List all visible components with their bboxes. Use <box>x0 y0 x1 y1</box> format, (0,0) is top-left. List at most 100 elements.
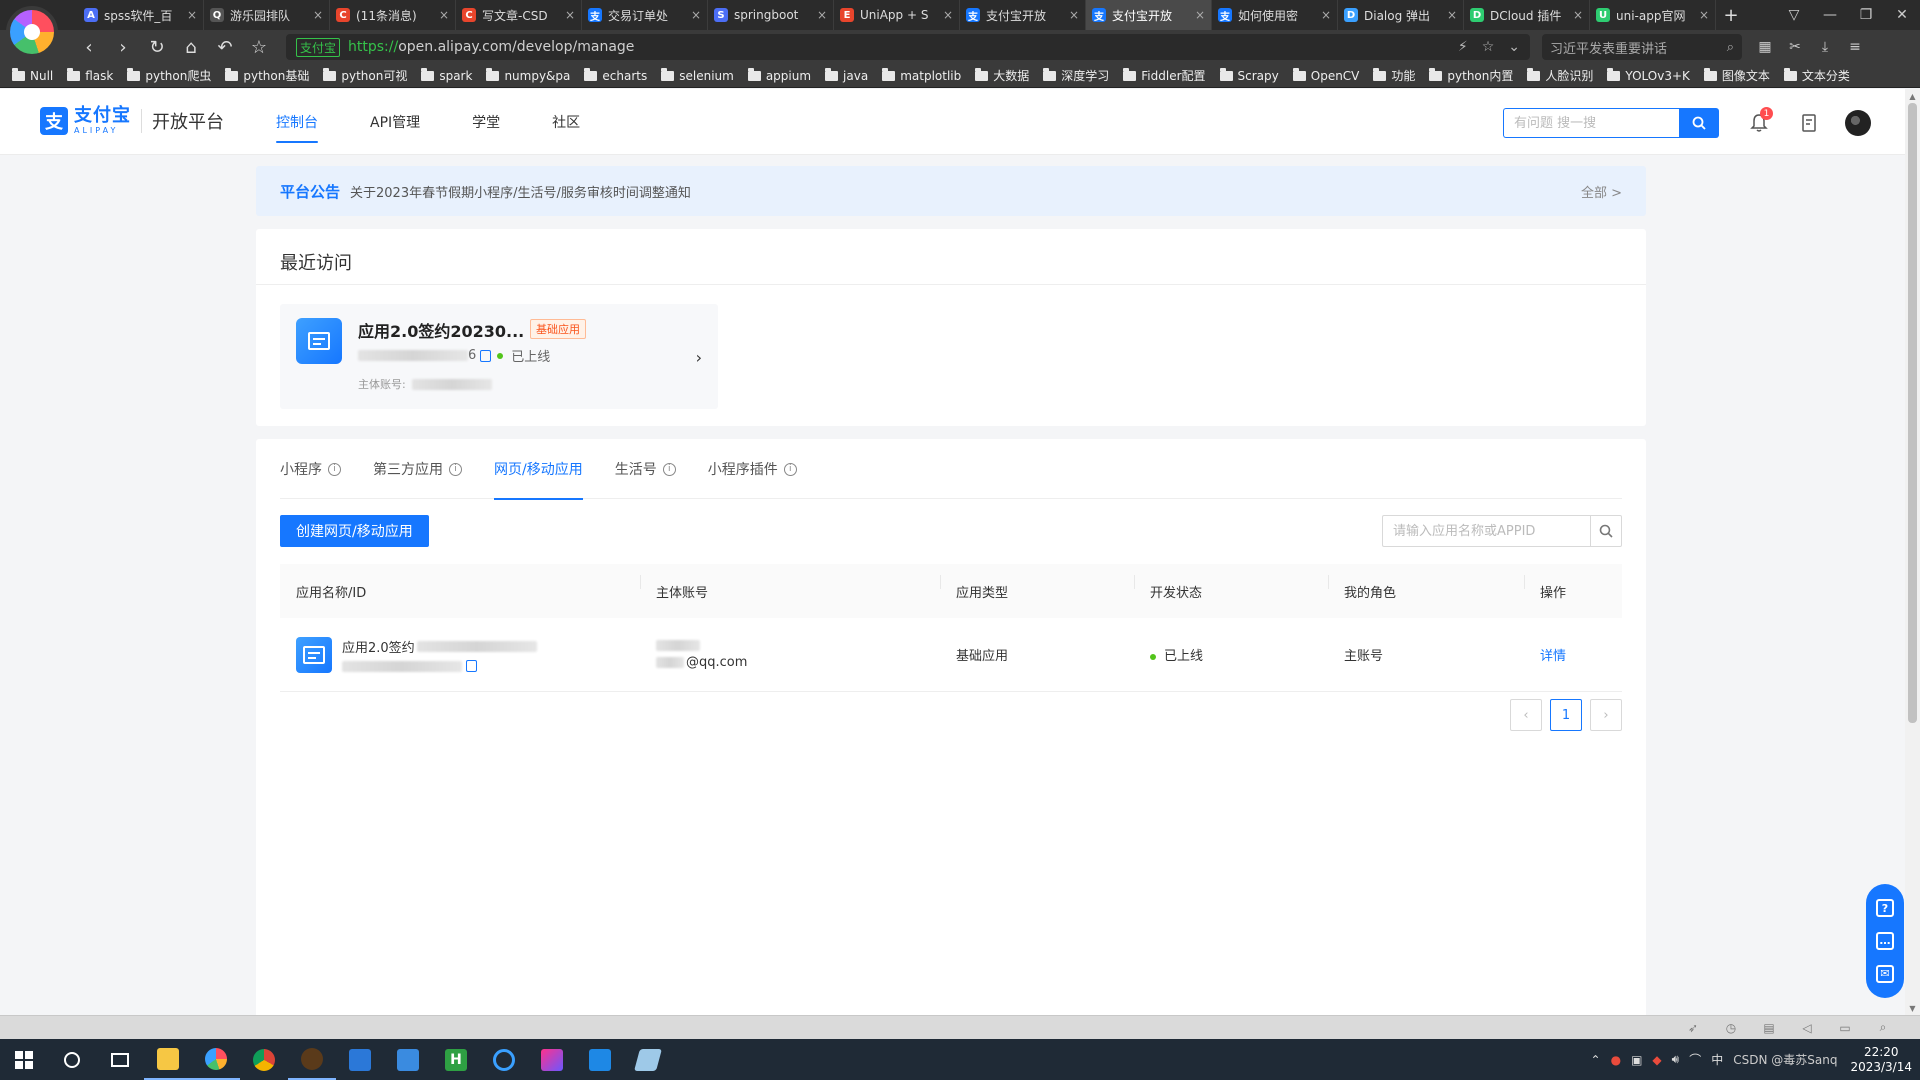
bookmark-folder[interactable]: spark <box>421 67 472 83</box>
alipay-logo[interactable]: 支 支付宝 ALIPAY 开放平台 <box>40 107 224 135</box>
notepad-icon[interactable] <box>624 1039 672 1080</box>
prev-page-button[interactable]: ‹ <box>1510 699 1542 731</box>
window-app-2-icon[interactable] <box>384 1039 432 1080</box>
info-icon[interactable]: i <box>662 462 676 476</box>
browser-tab[interactable]: E UniApp + S × <box>834 0 960 30</box>
notification-bell-icon[interactable]: 1 <box>1745 107 1773 137</box>
bookmark-folder[interactable]: Null <box>12 67 53 83</box>
dropdown-icon[interactable]: ⌄ <box>1508 39 1520 55</box>
pin-icon[interactable]: ▽ <box>1776 0 1812 30</box>
bookmark-folder[interactable]: echarts <box>584 67 647 83</box>
browser-tab[interactable]: 支交易订单处 × <box>582 0 708 30</box>
bookmark-folder[interactable]: 深度学习 <box>1043 67 1109 84</box>
volume-icon[interactable]: 🔊︎ <box>1672 1052 1680 1067</box>
search-taskbar-icon[interactable] <box>48 1039 96 1080</box>
url-field[interactable]: 支付宝 https://open.alipay.com/develop/mana… <box>286 34 1530 60</box>
back-icon[interactable]: ‹ <box>72 32 106 62</box>
menu-icon[interactable]: ≡ <box>1840 34 1870 60</box>
details-link[interactable]: 详情 <box>1524 645 1622 664</box>
tab-close-icon[interactable]: × <box>943 8 953 22</box>
undo-close-icon[interactable]: ↶ <box>208 32 242 62</box>
bookmark-folder[interactable]: OpenCV <box>1292 67 1359 83</box>
header-search-input[interactable] <box>1503 108 1679 138</box>
user-avatar[interactable] <box>1845 110 1871 136</box>
bookmark-folder[interactable]: flask <box>67 67 113 83</box>
document-icon[interactable] <box>1795 109 1823 137</box>
wifi-icon[interactable]: ⌒ <box>1689 1051 1701 1068</box>
help-question-icon[interactable]: ? <box>1876 899 1894 918</box>
tab-close-icon[interactable]: × <box>817 8 827 22</box>
tray-app-icon[interactable]: ● <box>1611 1053 1621 1067</box>
tab-close-icon[interactable]: × <box>1573 8 1583 22</box>
feedback-mail-icon[interactable]: ✉ <box>1876 964 1894 983</box>
scrollbar-thumb[interactable] <box>1908 103 1917 723</box>
bookmark-folder[interactable]: numpy&pa <box>486 67 570 83</box>
task-view-icon[interactable] <box>96 1039 144 1080</box>
tab-close-icon[interactable]: × <box>187 8 197 22</box>
bookmark-folder[interactable]: Scrapy <box>1219 67 1279 83</box>
scroll-down-icon[interactable]: ▼ <box>1905 1001 1920 1015</box>
bookmark-folder[interactable]: YOLOv3+K <box>1607 67 1690 83</box>
tab-close-icon[interactable]: × <box>691 8 701 22</box>
clock-icon[interactable]: ◷ <box>1712 1021 1750 1035</box>
tab-third-party[interactable]: 第三方应用 i <box>373 439 462 499</box>
forward-icon[interactable]: › <box>106 32 140 62</box>
lightning-icon[interactable]: ⚡ <box>1458 39 1468 55</box>
browser-tab[interactable]: C 写文章-CSD × <box>456 0 582 30</box>
taskbar-clock[interactable]: 22:20 2023/3/14 <box>1850 1045 1912 1075</box>
chrome-icon[interactable] <box>240 1039 288 1080</box>
trash-icon[interactable]: ▤ <box>1750 1021 1788 1035</box>
minimize-button[interactable]: — <box>1812 0 1848 30</box>
download-icon[interactable]: ⤓ <box>1810 34 1840 60</box>
next-page-button[interactable]: › <box>1590 699 1622 731</box>
tab-close-icon[interactable]: × <box>1447 8 1457 22</box>
window-icon[interactable]: ▭ <box>1826 1021 1864 1035</box>
swirl-app-icon[interactable] <box>480 1039 528 1080</box>
tray-app-3-icon[interactable]: ◆ <box>1652 1053 1661 1067</box>
info-icon[interactable]: i <box>783 462 797 476</box>
notice-all-link[interactable]: 全部 > <box>1581 182 1622 201</box>
devtool-icon[interactable] <box>576 1039 624 1080</box>
app-search-input[interactable] <box>1382 515 1590 547</box>
nav-community[interactable]: 社区 <box>552 89 580 155</box>
tab-close-icon[interactable]: × <box>1069 8 1079 22</box>
bookmark-folder[interactable]: appium <box>747 67 811 83</box>
scroll-up-icon[interactable]: ▲ <box>1905 89 1920 103</box>
tab-close-icon[interactable]: × <box>1699 8 1709 22</box>
nav-console[interactable]: 控制台 <box>276 89 318 155</box>
tray-app-2-icon[interactable]: ▣ <box>1631 1053 1642 1067</box>
chat-icon[interactable]: … <box>1876 931 1894 950</box>
reload-icon[interactable]: ↻ <box>140 32 174 62</box>
info-icon[interactable]: i <box>449 462 462 476</box>
jetbrains-icon[interactable] <box>528 1039 576 1080</box>
browser-search-box[interactable]: 习近平发表重要讲话 ⌕ <box>1542 34 1742 60</box>
browser-tab[interactable]: Aspss软件_百 × <box>78 0 204 30</box>
hbuilder-icon[interactable]: H <box>432 1039 480 1080</box>
search-icon[interactable]: ⌕ <box>1727 40 1734 55</box>
chevron-up-icon[interactable]: ⌃ <box>1591 1053 1601 1067</box>
browser-tab[interactable]: 支如何使用密 × <box>1212 0 1338 30</box>
browser-tab[interactable]: Q 游乐园排队 × <box>204 0 330 30</box>
browser-tab[interactable]: Sspringboot × <box>708 0 834 30</box>
bookmark-folder[interactable]: python基础 <box>225 67 309 84</box>
bookmark-folder[interactable]: java <box>825 67 868 83</box>
rocket-icon[interactable]: ➶ <box>1674 1021 1712 1035</box>
bookmark-folder[interactable]: 大数据 <box>975 67 1029 84</box>
browser-tab[interactable]: Uuni-app官网 × <box>1590 0 1716 30</box>
browser-logo-icon[interactable] <box>6 6 58 58</box>
restore-button[interactable]: ❐ <box>1848 0 1884 30</box>
bookmark-folder[interactable]: python内置 <box>1429 67 1513 84</box>
app-search-button[interactable] <box>1590 515 1622 547</box>
tab-mini-program-plugin[interactable]: 小程序插件 i <box>708 439 797 499</box>
header-search-button[interactable] <box>1679 108 1719 138</box>
bookmark-folder[interactable]: matplotlib <box>882 67 961 83</box>
copy-icon[interactable] <box>480 349 492 362</box>
window-app-icon[interactable] <box>336 1039 384 1080</box>
page-scrollbar[interactable]: ▲ ▼ <box>1905 89 1920 1015</box>
tab-close-icon[interactable]: × <box>439 8 449 22</box>
bookmark-folder[interactable]: 图像文本 <box>1703 67 1770 84</box>
home-icon[interactable]: ⌂ <box>174 32 208 62</box>
start-button[interactable] <box>0 1039 48 1080</box>
bookmark-folder[interactable]: Fiddler配置 <box>1123 67 1206 84</box>
recent-app-card[interactable]: 应用2.0签约20230... 基础应用 6 已上线 主体账号: › <box>280 304 718 409</box>
